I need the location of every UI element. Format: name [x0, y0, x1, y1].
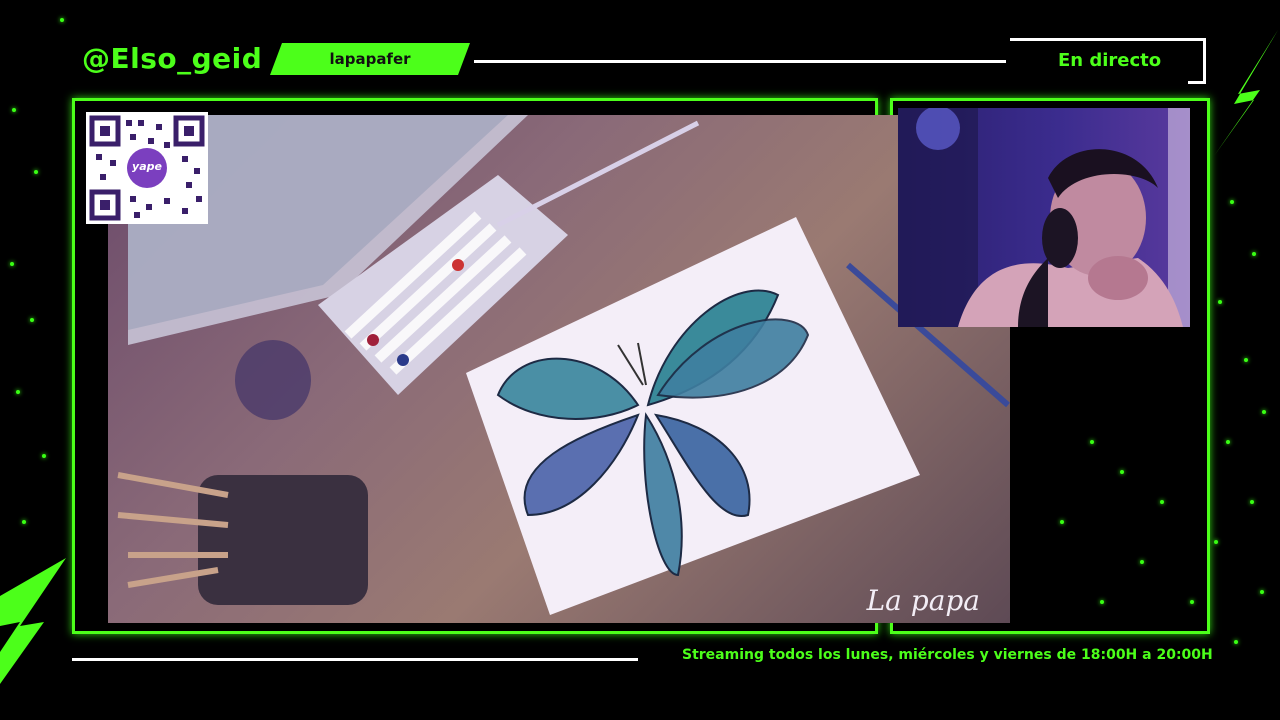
- schedule-text: Streaming todos los lunes, miércoles y v…: [682, 647, 1213, 663]
- qr-code-icon: yape: [86, 112, 208, 224]
- main-video-feed: La papa: [108, 115, 1010, 623]
- webcam-feed: [898, 108, 1190, 327]
- desk-scene: [117, 115, 1010, 615]
- live-box-bottom: [1188, 81, 1206, 84]
- username-tag: lapapafer: [270, 43, 470, 75]
- footer-divider: [72, 658, 638, 661]
- lightning-bolt-icon: [0, 558, 66, 684]
- live-status-label: En directo: [1058, 50, 1162, 71]
- live-box-top: [1010, 38, 1206, 41]
- live-box-right: [1203, 38, 1206, 84]
- header-divider: [474, 60, 1006, 63]
- qr-code-label: yape: [132, 160, 162, 173]
- channel-handle: @Elso_geid: [82, 42, 263, 75]
- lightning-bolt-icon: [1214, 30, 1278, 156]
- signature-watermark: La papa: [866, 584, 980, 617]
